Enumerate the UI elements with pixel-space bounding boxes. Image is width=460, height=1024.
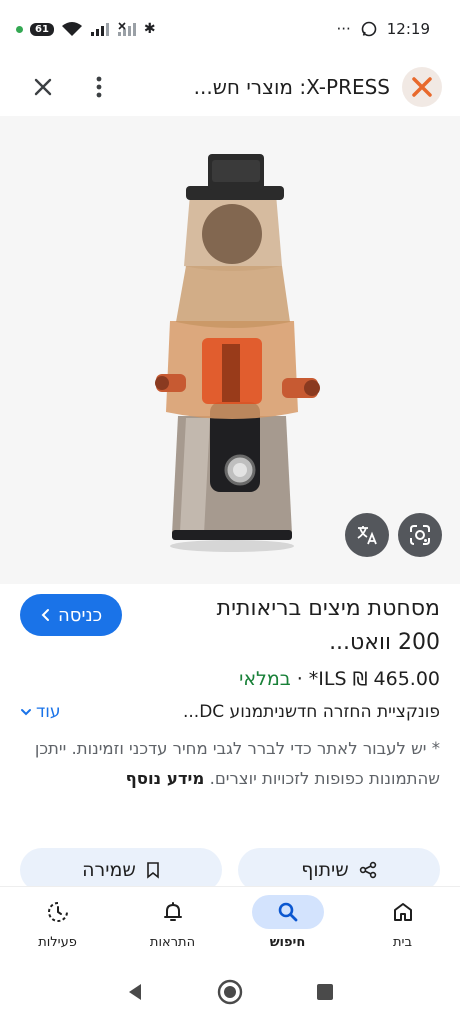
chevron-left-icon bbox=[41, 609, 49, 621]
translate-button[interactable] bbox=[345, 513, 389, 557]
site-logo bbox=[402, 67, 442, 107]
more-button[interactable]: עוד bbox=[20, 702, 61, 722]
juicer-image bbox=[155, 154, 320, 552]
nav-home-pill bbox=[367, 895, 439, 929]
share-icon bbox=[359, 861, 376, 879]
nav-home-label: בית bbox=[393, 935, 412, 950]
wifi-icon bbox=[61, 22, 82, 36]
nav-activity-pill bbox=[22, 895, 94, 929]
bluetooth-icon: ✱ bbox=[143, 21, 156, 37]
activity-icon bbox=[47, 902, 68, 922]
product-info: מסחטת מיצים בריאותית 200 וואט... כניסה 4… bbox=[0, 586, 460, 794]
visit-button[interactable]: כניסה bbox=[20, 594, 123, 636]
visit-label: כניסה bbox=[58, 604, 103, 626]
nav-notifications-label: התראות bbox=[149, 935, 196, 950]
translate-icon bbox=[357, 526, 377, 545]
lens-icon bbox=[410, 525, 430, 545]
back-icon[interactable] bbox=[125, 982, 145, 1002]
separator: · bbox=[296, 668, 303, 690]
signal-icon bbox=[90, 23, 109, 36]
share-label: שיתוף bbox=[301, 859, 349, 881]
nav-activity-label: פעילות bbox=[38, 935, 77, 950]
description-row[interactable]: פונקציית החזרה חדשניתמנוע DC... עוד bbox=[20, 702, 440, 722]
x-press-logo-icon bbox=[412, 77, 432, 97]
more-vert-icon bbox=[96, 76, 102, 98]
more-options-button[interactable] bbox=[82, 70, 116, 104]
status-right: ··· 12:19 bbox=[336, 20, 430, 38]
page-title-area[interactable]: X-PRESS: מוצרי חש... bbox=[116, 67, 442, 107]
close-icon bbox=[34, 78, 52, 96]
product-title: מסחטת מיצים בריאותית 200 וואט... bbox=[216, 596, 440, 655]
status-left: 61 ✱ bbox=[16, 21, 156, 37]
clock: 12:19 bbox=[386, 20, 430, 38]
bell-icon bbox=[163, 902, 182, 921]
more-label: עוד bbox=[36, 702, 61, 722]
system-navigation-bar bbox=[0, 960, 460, 1024]
nav-notifications[interactable]: התראות bbox=[118, 887, 228, 960]
disclaimer-text: * יש לעבור לאתר כדי לברר לגבי מחיר עדכני… bbox=[34, 739, 440, 788]
nav-search[interactable]: חיפוש bbox=[233, 887, 343, 960]
price-row: 465.00 ₪ ILS* · במלאי bbox=[20, 668, 440, 690]
notification-dot-icon bbox=[16, 25, 23, 33]
home-icon bbox=[393, 903, 412, 921]
price: 465.00 ₪ ILS* bbox=[308, 668, 440, 690]
chevron-down-icon bbox=[21, 709, 31, 716]
bookmark-icon bbox=[147, 862, 159, 879]
nav-notifications-pill bbox=[137, 895, 209, 929]
save-label: שמירה bbox=[82, 859, 136, 881]
battery-badge: 61 bbox=[30, 22, 54, 36]
page-title: X-PRESS: מוצרי חש... bbox=[193, 75, 390, 99]
close-button[interactable] bbox=[26, 70, 60, 104]
top-bar: X-PRESS: מוצרי חש... bbox=[0, 58, 460, 116]
signal-no-service-icon bbox=[117, 22, 136, 36]
home-circle-icon[interactable] bbox=[217, 979, 243, 1005]
disclaimer-note: * יש לעבור לאתר כדי לברר לגבי מחיר עדכני… bbox=[20, 734, 440, 794]
nav-home[interactable]: בית bbox=[348, 887, 458, 960]
product-description: פונקציית החזרה חדשניתמנוע DC... bbox=[182, 702, 440, 722]
more-info-link[interactable]: מידע נוסף bbox=[126, 769, 205, 788]
bottom-navigation: בית חיפוש התראות פעילות bbox=[0, 886, 460, 960]
nav-search-pill bbox=[251, 895, 324, 929]
whatsapp-icon bbox=[361, 21, 377, 37]
nav-search-label: חיפוש bbox=[269, 935, 306, 950]
nav-activity[interactable]: פעילות bbox=[3, 887, 113, 960]
more-notifications-indicator: ··· bbox=[336, 20, 351, 38]
title-row: מסחטת מיצים בריאותית 200 וואט... כניסה bbox=[20, 586, 440, 660]
product-image[interactable] bbox=[0, 116, 460, 584]
recents-icon[interactable] bbox=[315, 982, 335, 1002]
google-lens-button[interactable] bbox=[398, 513, 442, 557]
status-bar: 61 ✱ ··· 12:19 bbox=[0, 0, 460, 58]
stock-status: במלאי bbox=[239, 668, 291, 690]
search-icon bbox=[278, 902, 297, 922]
